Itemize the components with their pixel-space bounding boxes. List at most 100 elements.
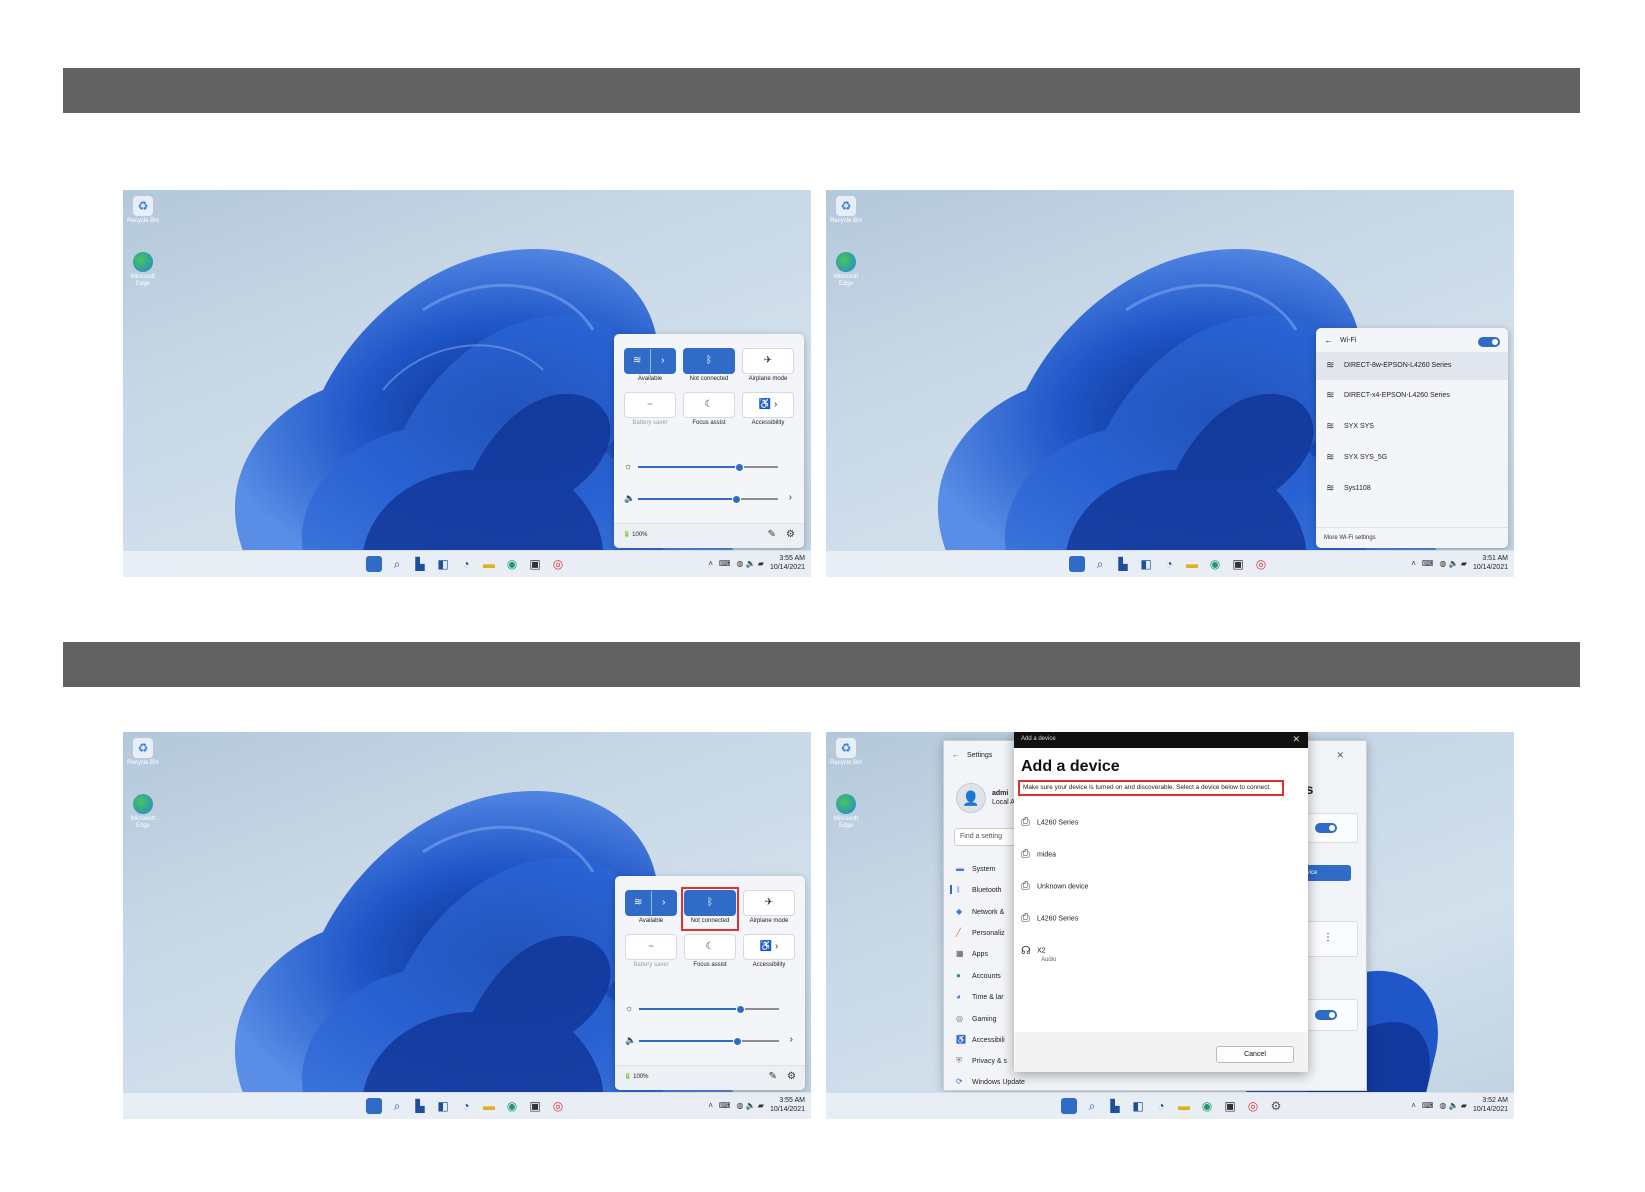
start-icon[interactable] xyxy=(1061,1098,1077,1114)
clock[interactable]: 3:55 AM 10/14/2021 xyxy=(770,1096,805,1114)
edge-desktop-icon[interactable]: Microsoft Edge xyxy=(127,252,159,288)
folder-icon[interactable]: ▬ xyxy=(481,556,497,572)
keyboard-icon[interactable]: ⌨ xyxy=(719,559,731,568)
more-options-icon[interactable]: ⋮ xyxy=(1323,932,1333,943)
battery-saver-tile[interactable]: ⌁ xyxy=(624,392,676,418)
sidebar-item-bluetooth[interactable]: ᛒ Bluetooth xyxy=(950,885,1002,894)
device-item[interactable]: ⎙ L4260 Series xyxy=(1021,912,1078,925)
search-icon[interactable]: ⌕ xyxy=(1084,1098,1100,1114)
wifi-network-item[interactable]: ≋ SYX SYS xyxy=(1316,413,1508,441)
sidebar-item-time-language[interactable]: ◕ Time & lar xyxy=(956,992,1004,1001)
network-icon[interactable]: ◍ 🔈 ▰ xyxy=(736,1101,764,1110)
battery-status[interactable]: 🔋 100% xyxy=(623,531,648,538)
task-view-icon[interactable]: ▙ xyxy=(412,556,428,572)
close-icon[interactable]: ✕ xyxy=(1292,734,1300,745)
app-icon[interactable]: ◎ xyxy=(550,556,566,572)
back-arrow-icon[interactable]: ← xyxy=(1324,335,1333,345)
chevron-right-icon[interactable]: › xyxy=(790,1034,793,1045)
wifi-network-item[interactable]: ≋ SYX SYS_5G xyxy=(1316,444,1508,472)
back-arrow-icon[interactable]: ← xyxy=(952,752,959,759)
sidebar-item-system[interactable]: ▬ System xyxy=(956,864,995,873)
folder-icon[interactable]: ▬ xyxy=(1176,1098,1192,1114)
wifi-network-item[interactable]: ≋ Sys1108 xyxy=(1316,475,1508,503)
volume-slider[interactable]: 🔈 › xyxy=(625,1034,793,1046)
edge-icon[interactable]: ◉ xyxy=(504,556,520,572)
network-icon[interactable]: ◍ 🔈 ▰ xyxy=(736,559,764,568)
clock[interactable]: 3:52 AM 10/14/2021 xyxy=(1473,1096,1508,1114)
task-view-icon[interactable]: ▙ xyxy=(1107,1098,1123,1114)
chevron-right-icon[interactable]: › xyxy=(649,349,676,373)
search-icon[interactable]: ⌕ xyxy=(389,1098,405,1114)
sidebar-item-personalization[interactable]: ╱ Personaliz xyxy=(956,928,1005,937)
chat-icon[interactable]: ◔ xyxy=(1153,1098,1169,1114)
edge-desktop-icon[interactable]: Microsoft Edge xyxy=(830,794,862,830)
brightness-knob[interactable] xyxy=(734,463,744,472)
accessibility-tile[interactable]: ♿ › xyxy=(743,934,795,960)
sidebar-item-accessibility[interactable]: ♿ Accessibili xyxy=(956,1035,1005,1044)
setting-toggle[interactable] xyxy=(1315,1010,1337,1020)
battery-saver-tile[interactable]: ⌁ xyxy=(625,934,677,960)
widgets-icon[interactable]: ◧ xyxy=(435,1098,451,1114)
volume-slider[interactable]: 🔈 › xyxy=(624,492,792,504)
folder-icon[interactable]: ▬ xyxy=(1184,556,1200,572)
sidebar-item-accounts[interactable]: ● Accounts xyxy=(956,971,1001,980)
chat-icon[interactable]: ◔ xyxy=(458,556,474,572)
app-icon[interactable]: ◎ xyxy=(1245,1098,1261,1114)
chat-icon[interactable]: ◔ xyxy=(1161,556,1177,572)
keyboard-icon[interactable]: ⌨ xyxy=(1422,1101,1434,1110)
store-icon[interactable]: ▣ xyxy=(527,1098,543,1114)
focus-assist-tile[interactable]: ☾ xyxy=(684,934,736,960)
start-icon[interactable] xyxy=(366,556,382,572)
cancel-button[interactable]: Cancel xyxy=(1216,1046,1294,1063)
chevron-right-icon[interactable]: › xyxy=(789,492,792,503)
battery-status[interactable]: 🔋 100% xyxy=(624,1073,649,1080)
widgets-icon[interactable]: ◧ xyxy=(435,556,451,572)
brightness-knob[interactable] xyxy=(735,1005,745,1014)
gear-icon[interactable]: ⚙ xyxy=(787,1071,796,1082)
chat-icon[interactable]: ◔ xyxy=(458,1098,474,1114)
focus-assist-tile[interactable]: ☾ xyxy=(683,392,735,418)
keyboard-icon[interactable]: ⌨ xyxy=(1422,559,1434,568)
sidebar-item-privacy[interactable]: ⛨ Privacy & s xyxy=(956,1056,1007,1066)
network-icon[interactable]: ◍ 🔈 ▰ xyxy=(1439,559,1467,568)
more-wifi-settings-link[interactable]: More Wi-Fi settings xyxy=(1316,527,1508,548)
pencil-icon[interactable]: ✎ xyxy=(769,1071,777,1082)
edge-desktop-icon[interactable]: Microsoft Edge xyxy=(830,252,862,288)
brightness-slider[interactable]: ☼ xyxy=(625,1003,793,1014)
airplane-tile[interactable]: ✈ xyxy=(742,348,794,374)
store-icon[interactable]: ▣ xyxy=(527,556,543,572)
sidebar-item-gaming[interactable]: ◎ Gaming xyxy=(956,1014,997,1023)
task-view-icon[interactable]: ▙ xyxy=(1115,556,1131,572)
widgets-icon[interactable]: ◧ xyxy=(1138,556,1154,572)
chevron-up-icon[interactable]: ˄ xyxy=(1411,1101,1416,1110)
accessibility-tile[interactable]: ♿ › xyxy=(742,392,794,418)
keyboard-icon[interactable]: ⌨ xyxy=(719,1101,731,1110)
clock[interactable]: 3:51 AM 10/14/2021 xyxy=(1473,554,1508,572)
recycle-bin-icon[interactable]: ♻ Recycle Bin xyxy=(830,738,862,767)
device-item[interactable]: ⎙ Unknown device xyxy=(1021,880,1088,893)
start-icon[interactable] xyxy=(1069,556,1085,572)
store-icon[interactable]: ▣ xyxy=(1230,556,1246,572)
sidebar-item-network[interactable]: ◆ Network & xyxy=(956,907,1004,916)
pencil-icon[interactable]: ✎ xyxy=(768,529,776,540)
gear-icon[interactable]: ⚙ xyxy=(786,529,795,540)
recycle-bin-icon[interactable]: ♻ Recycle Bin xyxy=(830,196,862,225)
wifi-tile[interactable]: ≋ › xyxy=(624,348,676,374)
edge-icon[interactable]: ◉ xyxy=(504,1098,520,1114)
network-icon[interactable]: ◍ 🔈 ▰ xyxy=(1439,1101,1467,1110)
search-icon[interactable]: ⌕ xyxy=(389,556,405,572)
folder-icon[interactable]: ▬ xyxy=(481,1098,497,1114)
start-icon[interactable] xyxy=(366,1098,382,1114)
wifi-network-item[interactable]: ≋ DIRECT-x4-EPSON-L4260 Series xyxy=(1316,382,1508,410)
app-icon[interactable]: ◎ xyxy=(1253,556,1269,572)
sidebar-item-windows-update[interactable]: ⟳ Windows Update xyxy=(956,1077,1025,1086)
edge-icon[interactable]: ◉ xyxy=(1199,1098,1215,1114)
device-item[interactable]: ☊ X2 Audio xyxy=(1021,944,1056,963)
brightness-slider[interactable]: ☼ xyxy=(624,461,792,472)
device-item[interactable]: ⎙ L4260 Series xyxy=(1021,816,1078,829)
wifi-toggle[interactable] xyxy=(1478,337,1500,347)
store-icon[interactable]: ▣ xyxy=(1222,1098,1238,1114)
volume-knob[interactable] xyxy=(732,495,741,504)
bluetooth-tile[interactable]: ᛒ xyxy=(684,890,736,916)
chevron-right-icon[interactable]: › xyxy=(650,891,677,915)
